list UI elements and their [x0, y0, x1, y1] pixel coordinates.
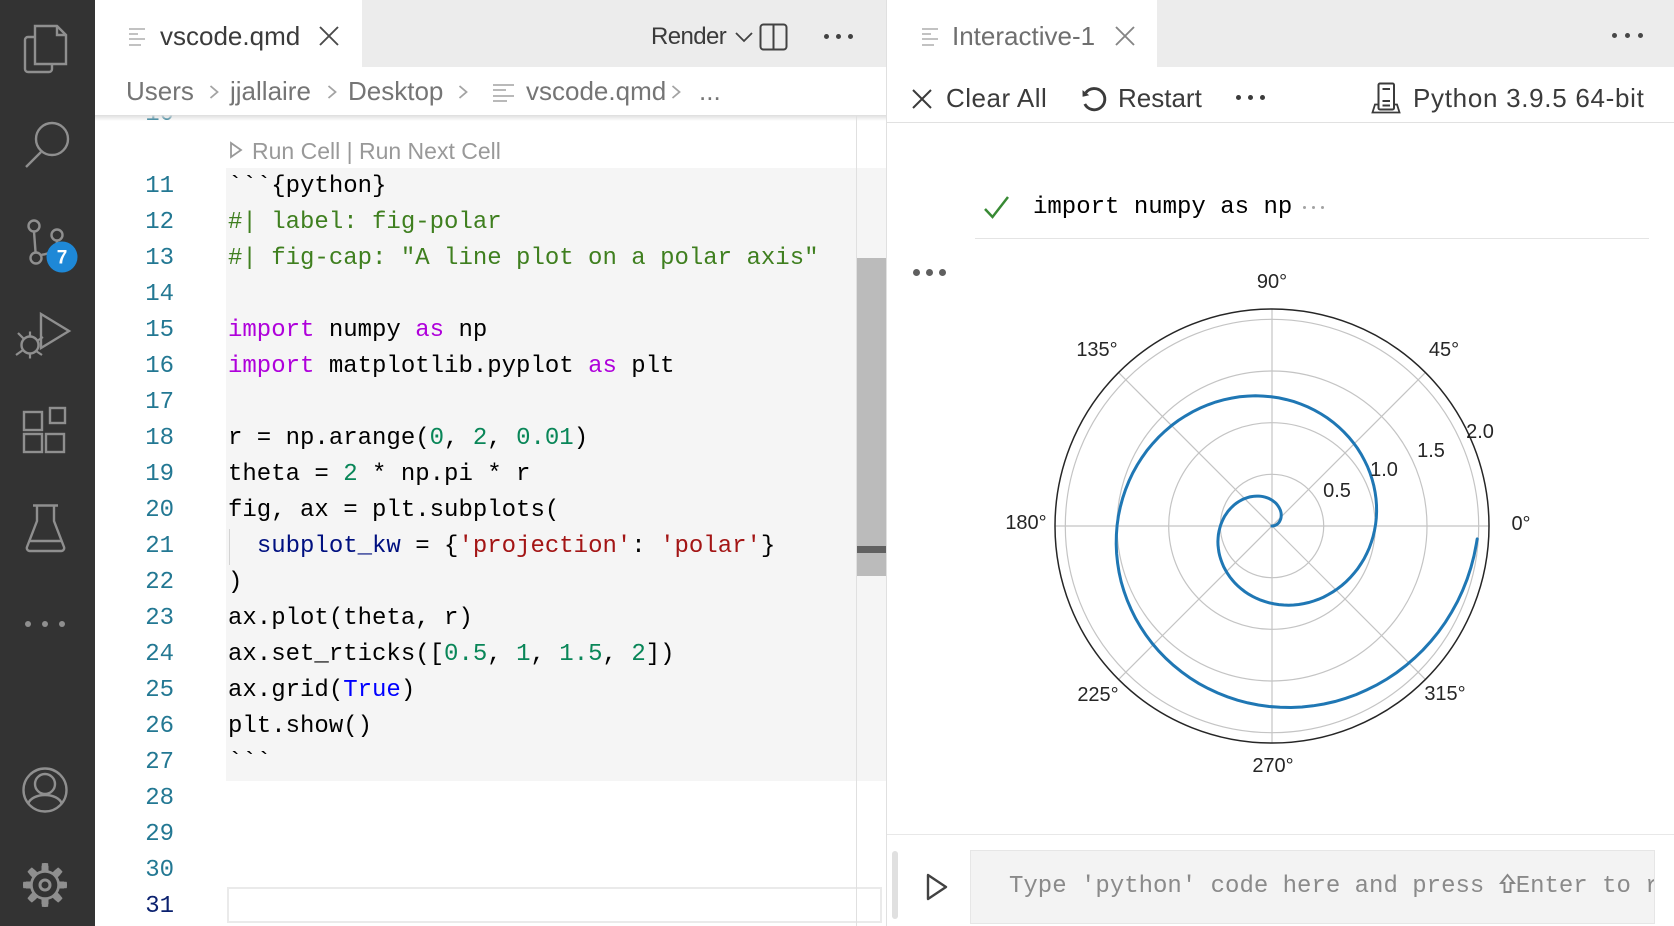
svg-text:135°: 135°	[1076, 339, 1117, 361]
svg-text:1.5: 1.5	[1417, 440, 1445, 462]
svg-text:270°: 270°	[1252, 755, 1293, 777]
svg-text:225°: 225°	[1077, 684, 1118, 706]
svg-text:0°: 0°	[1511, 513, 1530, 535]
svg-text:1.0: 1.0	[1370, 459, 1398, 481]
svg-text:45°: 45°	[1429, 339, 1459, 361]
svg-text:315°: 315°	[1424, 683, 1465, 705]
svg-text:180°: 180°	[1005, 512, 1046, 534]
svg-text:7: 7	[57, 248, 68, 269]
svg-text:90°: 90°	[1257, 271, 1287, 293]
svg-text:2.0: 2.0	[1466, 421, 1494, 443]
svg-text:0.5: 0.5	[1323, 480, 1351, 502]
